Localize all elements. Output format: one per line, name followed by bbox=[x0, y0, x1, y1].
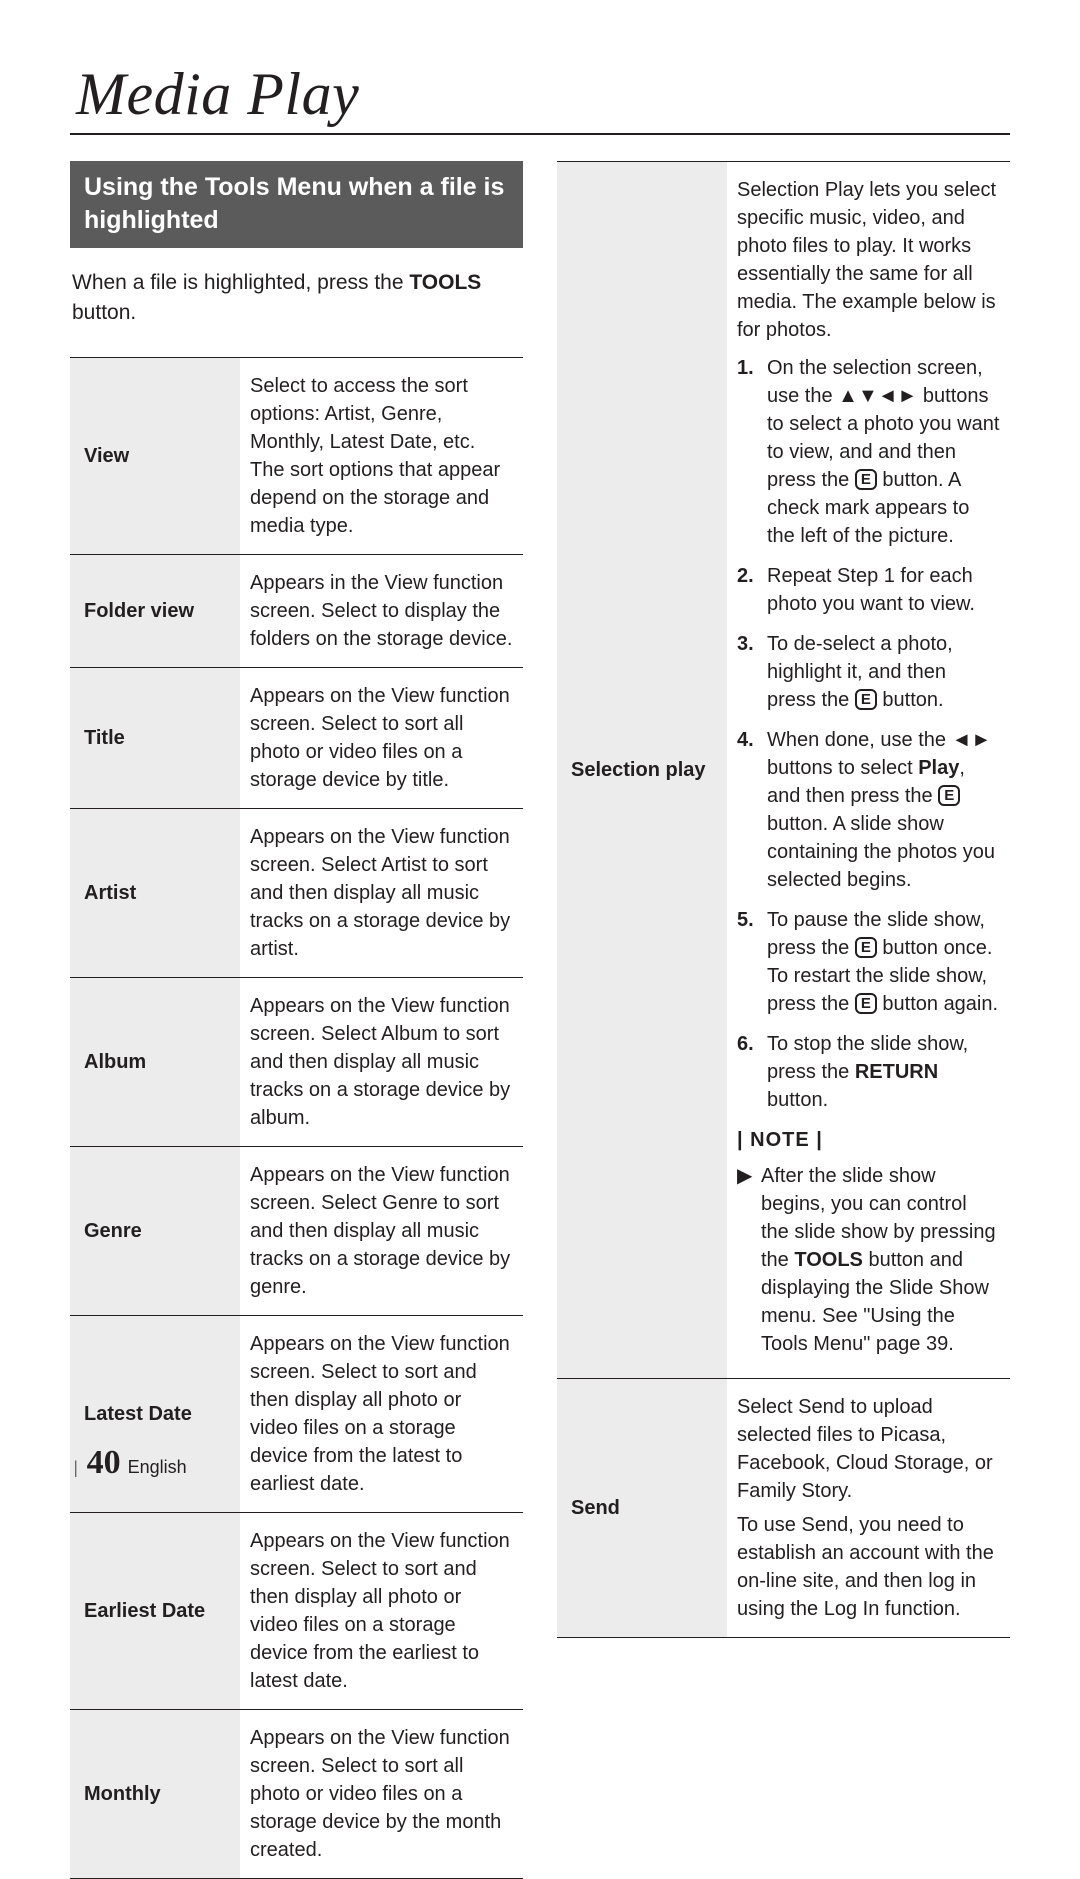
step-text: button again. bbox=[877, 993, 998, 1015]
opt-label: Title bbox=[70, 667, 240, 808]
step-text: button. bbox=[877, 689, 944, 711]
page-number: | 40 English bbox=[74, 1444, 187, 1482]
opt-desc: Selection Play lets you select specific … bbox=[727, 162, 1010, 1379]
opt-label: Monthly bbox=[70, 1709, 240, 1878]
opt-label: Earliest Date bbox=[70, 1512, 240, 1709]
intro-pre: When a file is highlighted, press the bbox=[72, 271, 409, 294]
send-p2: To use Send, you need to establish an ac… bbox=[737, 1511, 1000, 1623]
section-heading: Using the Tools Menu when a file is high… bbox=[70, 161, 523, 248]
list-item: 2.Repeat Step 1 for each photo you want … bbox=[737, 562, 1000, 618]
step-text: button. bbox=[767, 1089, 828, 1111]
table-row: ViewSelect to access the sort options: A… bbox=[70, 357, 523, 554]
opt-label: Genre bbox=[70, 1146, 240, 1315]
page-title: Media Play bbox=[70, 60, 1010, 129]
list-item: 6.To stop the slide show, press the RETU… bbox=[737, 1030, 1000, 1114]
intro-post: button. bbox=[72, 301, 136, 324]
options-table-right: Selection play Selection Play lets you s… bbox=[557, 161, 1010, 1638]
opt-desc: Appears on the View function screen. Sel… bbox=[240, 667, 523, 808]
opt-desc: Appears on the View function screen. Sel… bbox=[240, 1709, 523, 1878]
opt-label: Album bbox=[70, 977, 240, 1146]
selection-steps: 1.On the selection screen, use the ▲▼◄► … bbox=[737, 354, 1000, 1114]
page-bar: | bbox=[74, 1457, 80, 1477]
page-lang: English bbox=[128, 1457, 187, 1477]
opt-label: Latest Date bbox=[70, 1315, 240, 1512]
table-row: Earliest DateAppears on the View functio… bbox=[70, 1512, 523, 1709]
table-row: Send Select Send to upload selected file… bbox=[557, 1379, 1010, 1638]
note-item: ▶ After the slide show begins, you can c… bbox=[737, 1162, 1000, 1358]
list-item: 5.To pause the slide show, press the E b… bbox=[737, 906, 1000, 1018]
page-no: 40 bbox=[85, 1444, 123, 1481]
left-column: Using the Tools Menu when a file is high… bbox=[70, 161, 523, 1879]
opt-desc: Select Send to upload selected files to … bbox=[727, 1379, 1010, 1638]
enter-icon: E bbox=[855, 689, 877, 710]
table-row: GenreAppears on the View function screen… bbox=[70, 1146, 523, 1315]
opt-desc: Select to access the sort options: Artis… bbox=[240, 357, 523, 554]
step-text: button. A slide show containing the phot… bbox=[767, 813, 995, 891]
selection-intro: Selection Play lets you select specific … bbox=[737, 176, 1000, 344]
step-text: Repeat Step 1 for each photo you want to… bbox=[767, 562, 1000, 618]
table-row: Selection play Selection Play lets you s… bbox=[557, 162, 1010, 1379]
table-row: TitleAppears on the View function screen… bbox=[70, 667, 523, 808]
intro-bold: TOOLS bbox=[409, 271, 481, 294]
enter-icon: E bbox=[855, 469, 877, 490]
enter-icon: E bbox=[855, 937, 877, 958]
table-row: Folder viewAppears in the View function … bbox=[70, 554, 523, 667]
section-intro: When a file is highlighted, press the TO… bbox=[70, 268, 523, 329]
send-p1: Select Send to upload selected files to … bbox=[737, 1393, 1000, 1505]
opt-desc: Appears in the View function screen. Sel… bbox=[240, 554, 523, 667]
list-item: 1.On the selection screen, use the ▲▼◄► … bbox=[737, 354, 1000, 550]
table-row: ArtistAppears on the View function scree… bbox=[70, 808, 523, 977]
list-item: 3.To de-select a photo, highlight it, an… bbox=[737, 630, 1000, 714]
opt-label: Artist bbox=[70, 808, 240, 977]
opt-desc: Appears on the View function screen. Sel… bbox=[240, 808, 523, 977]
options-table-left: ViewSelect to access the sort options: A… bbox=[70, 357, 523, 1879]
right-column: Selection play Selection Play lets you s… bbox=[557, 161, 1010, 1879]
table-row: Latest DateAppears on the View function … bbox=[70, 1315, 523, 1512]
triangle-icon: ▶ bbox=[737, 1162, 761, 1358]
opt-label: Send bbox=[557, 1379, 727, 1638]
list-item: 4.When done, use the ◄► buttons to selec… bbox=[737, 726, 1000, 894]
enter-icon: E bbox=[938, 785, 960, 806]
opt-label: Folder view bbox=[70, 554, 240, 667]
play-word: Play bbox=[918, 757, 959, 779]
opt-label: View bbox=[70, 357, 240, 554]
return-word: RETURN bbox=[855, 1061, 938, 1083]
opt-desc: Appears on the View function screen. Sel… bbox=[240, 977, 523, 1146]
table-row: AlbumAppears on the View function screen… bbox=[70, 977, 523, 1146]
note-heading: | NOTE | bbox=[737, 1126, 1000, 1154]
table-row: MonthlyAppears on the View function scre… bbox=[70, 1709, 523, 1878]
tools-word: TOOLS bbox=[794, 1249, 863, 1271]
enter-icon: E bbox=[855, 993, 877, 1014]
title-underline bbox=[70, 133, 1010, 135]
opt-desc: Appears on the View function screen. Sel… bbox=[240, 1315, 523, 1512]
opt-label: Selection play bbox=[557, 162, 727, 1379]
opt-desc: Appears on the View function screen. Sel… bbox=[240, 1512, 523, 1709]
opt-desc: Appears on the View function screen. Sel… bbox=[240, 1146, 523, 1315]
